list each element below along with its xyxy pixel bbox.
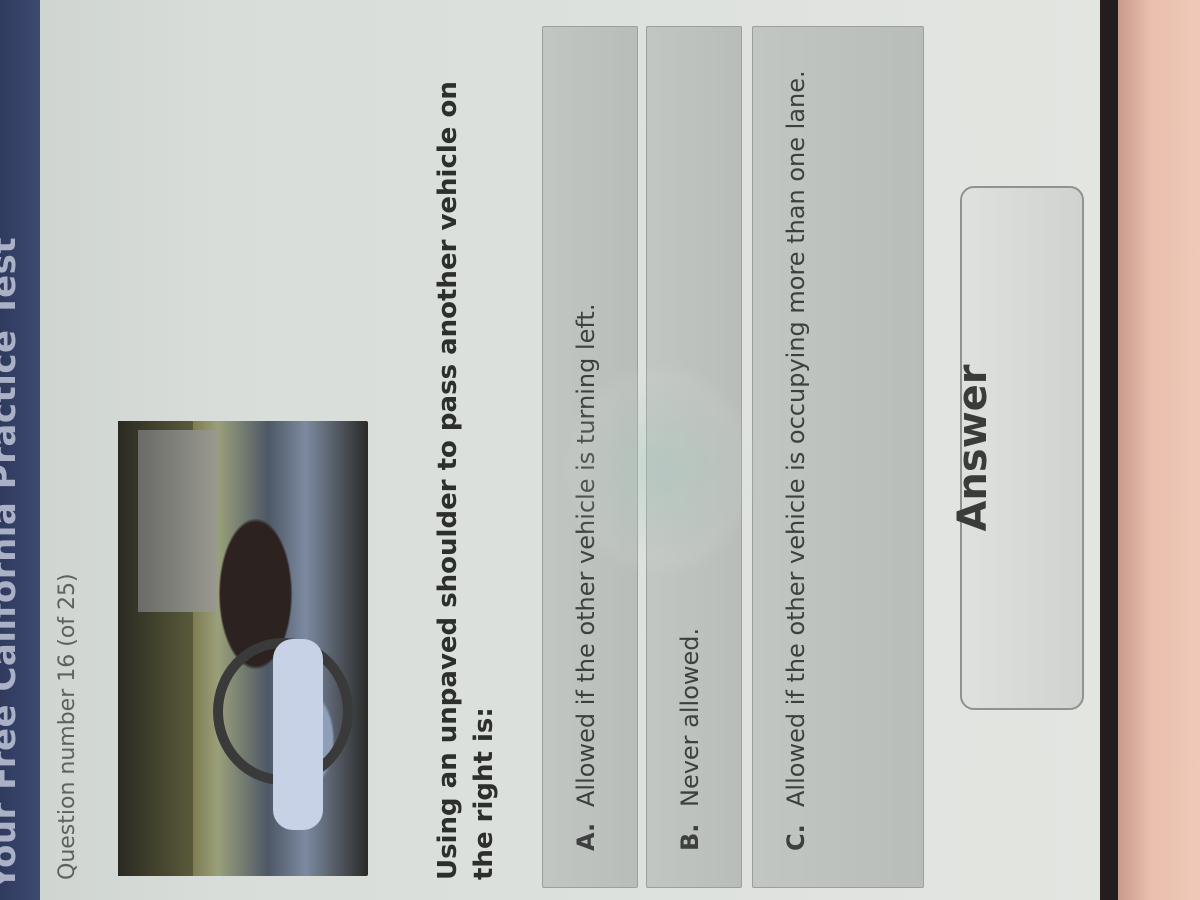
option-letter: B. xyxy=(676,823,704,851)
question-photo xyxy=(118,421,368,876)
option-text: Allowed if the other vehicle is occupyin… xyxy=(782,70,810,807)
question-number-label: Question number 16 (of 25) xyxy=(55,573,80,880)
practice-test-screen: Your Free California Practice Test Quest… xyxy=(0,0,1100,900)
answer-button[interactable]: Answer xyxy=(950,186,1084,710)
app-title: Your Free California Practice Test xyxy=(0,236,24,890)
photo-road-view xyxy=(138,430,218,613)
question-text: Using an unpaved shoulder to pass anothe… xyxy=(433,81,499,880)
option-letter: C. xyxy=(782,824,810,851)
device-bezel xyxy=(1118,0,1200,900)
app-header: Your Free California Practice Test xyxy=(0,0,40,900)
answer-button-label: Answer xyxy=(950,364,996,532)
driver-arm xyxy=(273,639,323,831)
answer-option-c[interactable]: C. Allowed if the other vehicle is occup… xyxy=(752,26,924,888)
screen-glare xyxy=(560,360,760,580)
photo-of-phone-screen: Your Free California Practice Test Quest… xyxy=(0,0,1200,900)
option-letter: A. xyxy=(572,822,600,851)
